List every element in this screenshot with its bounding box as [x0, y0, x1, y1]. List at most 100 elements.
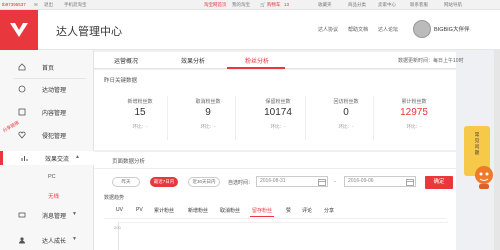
avatar[interactable]: [413, 20, 431, 38]
chart-icon: [21, 156, 28, 161]
sidebar: 首页 达动管理 内容管理 侵犯管理 效果交流 ▲ PC 无线 消息管理 ▼ 达人…: [0, 50, 94, 250]
metric-label: 回访粉丝数: [333, 99, 359, 105]
metric-lost-fans: 取消粉丝数 9 环比：-: [180, 96, 236, 140]
sidebar-item-growth[interactable]: 达人成长 ▼: [0, 233, 94, 247]
topbar-mobile-link[interactable]: 手机逛淘宝: [64, 2, 87, 8]
topbar-user-id[interactable]: tb97395537: [2, 2, 26, 7]
topbar-link-categories[interactable]: 商品分类: [348, 2, 366, 8]
range-30days[interactable]: 近30天日内: [188, 177, 220, 187]
topbar-link-favorites[interactable]: 收藏夹: [318, 2, 332, 8]
metric-retained-fans: 保留粉丝数 10174 环比：-: [250, 96, 306, 140]
metric-tab-indicator: [250, 216, 274, 217]
metric-tab-uv[interactable]: UV: [116, 207, 123, 213]
username[interactable]: BIGBIG大伴伴: [434, 25, 469, 33]
section-title: 页面数据分析: [112, 159, 146, 165]
header: 达人管理中心 达人协议 帮助文档 达人论坛 BIGBIG大伴伴: [0, 10, 500, 50]
tab-overview[interactable]: 运营概况: [114, 56, 138, 65]
trend-subtitle: 数据趋势: [104, 195, 125, 201]
header-link-forum[interactable]: 达人论坛: [378, 26, 398, 33]
topbar-exit-link[interactable]: 退出: [44, 2, 53, 8]
metric-returning-fans: 回访粉丝数 0 环比：-: [318, 96, 374, 140]
activity-icon: [18, 85, 26, 93]
tab-effect[interactable]: 效果分析: [181, 56, 205, 65]
metric-value: 10174: [264, 107, 292, 118]
metric-label: 新增粉丝数: [127, 99, 153, 105]
metric-compare: 环比：-: [406, 124, 422, 129]
sidebar-item-content[interactable]: 内容管理: [0, 105, 94, 119]
metric-compare: 环比：-: [270, 124, 286, 129]
sidebar-item-label: 效果交流: [45, 157, 70, 163]
sidebar-item-message[interactable]: 消息管理 ▼: [0, 208, 94, 222]
divider: [94, 168, 456, 169]
trend-card: 页面数据分析 昨天 最近7日内 近30天日内 自选时间： 2016-08-31 …: [94, 152, 456, 250]
section-title: 昨日关键数据: [104, 78, 138, 84]
sidebar-subitem-wireless[interactable]: 无线: [48, 192, 59, 200]
header-link-agreement[interactable]: 达人协议: [318, 26, 338, 33]
custom-range-label: 自选时间：: [228, 180, 254, 186]
metric-tab-new-fans[interactable]: 新增粉丝: [188, 207, 208, 214]
metric-compare: 环比：-: [338, 124, 354, 129]
metric-tab-likes[interactable]: 赞: [286, 207, 291, 214]
cart-icon[interactable]: 🛒: [260, 2, 266, 8]
heart-icon: [18, 131, 26, 139]
metric-tab-pv[interactable]: PV: [136, 207, 143, 213]
metric-total-fans: 累计粉丝数 12975 环比：-: [386, 96, 442, 140]
sidebar-item-label: 达人成长: [42, 239, 67, 245]
range-7days[interactable]: 最近7日内: [150, 177, 178, 187]
chart-y-tick: 200: [114, 225, 121, 230]
sidebar-item-activity[interactable]: 达动管理: [0, 82, 94, 96]
topbar-link-home[interactable]: 淘宝网首页: [204, 2, 227, 8]
mail-icon[interactable]: ✉: [34, 2, 38, 8]
topbar-link-sitemap[interactable]: 网站导航: [444, 2, 462, 8]
confirm-button[interactable]: 确定: [425, 176, 453, 189]
topbar-cart-count: 13: [284, 2, 290, 7]
sidebar-item-label: 侵犯管理: [42, 134, 67, 140]
trend-chart-area: [118, 222, 448, 250]
brand-logo[interactable]: [0, 10, 38, 50]
sidebar-subitem-pc[interactable]: PC: [48, 174, 56, 180]
faq-char: 常: [474, 132, 480, 137]
chevron-down-icon: ▼: [72, 236, 77, 242]
metric-tab-retained-fans[interactable]: 留存粉丝: [252, 207, 272, 214]
date-separator: -: [334, 179, 336, 185]
sidebar-item-label: 消息管理: [42, 214, 67, 220]
sidebar-item-effect[interactable]: 效果交流 ▲: [0, 151, 94, 165]
update-time-note: 数据更新时间：每日上午10时: [398, 58, 464, 64]
page-scrollbar[interactable]: [494, 50, 500, 250]
range-yesterday[interactable]: 昨天: [112, 177, 140, 187]
top-utility-bar: tb97395537 ✉ 退出 手机逛淘宝 淘宝网首页 我的淘宝 🛒 购物车 1…: [0, 0, 500, 10]
page-title: 达人管理中心: [56, 26, 122, 38]
metric-label: 保留粉丝数: [265, 99, 291, 105]
topbar-link-cart[interactable]: 购物车: [267, 2, 281, 8]
topbar-link-service[interactable]: 联系客服: [410, 2, 428, 8]
content-icon: [18, 108, 26, 116]
sidebar-item-home[interactable]: 首页: [0, 60, 94, 74]
metric-tab-lost-fans[interactable]: 取消粉丝: [220, 207, 240, 214]
header-link-help[interactable]: 帮助文档: [348, 26, 368, 33]
calendar-icon[interactable]: [406, 178, 414, 186]
user-icon: [19, 237, 25, 244]
metric-tab-comments[interactable]: 评论: [302, 207, 312, 214]
metric-compare: 环比：-: [200, 124, 216, 129]
tab-active-indicator: [227, 67, 285, 69]
calendar-icon[interactable]: [318, 178, 326, 186]
topbar-link-mytaobao[interactable]: 我的淘宝: [232, 2, 250, 8]
sidebar-item-infringement[interactable]: 侵犯管理: [0, 128, 94, 142]
chevron-up-icon: ▲: [75, 154, 80, 160]
key-stats-card: 昨日关键数据 新增粉丝数 15 环比：- 取消粉丝数 9 环比：- 保留粉丝数 …: [94, 70, 456, 150]
metric-label: 累计粉丝数: [401, 99, 427, 105]
home-icon: [18, 63, 26, 71]
tab-fans[interactable]: 粉丝分析: [245, 56, 269, 65]
metric-new-fans: 新增粉丝数 15 环比：-: [112, 96, 168, 140]
metric-value: 15: [134, 107, 146, 118]
faq-char: 题: [474, 150, 480, 155]
sidebar-item-label: 首页: [42, 66, 55, 72]
metric-value: 0: [343, 107, 349, 118]
metric-tab-share[interactable]: 分享: [324, 207, 334, 214]
metric-compare: 环比：-: [132, 124, 148, 129]
chevron-down-icon: ▼: [72, 211, 77, 217]
metric-value: 9: [205, 107, 211, 118]
metric-value: 12975: [400, 107, 428, 118]
metric-tab-total-fans[interactable]: 累计粉丝: [154, 207, 174, 214]
topbar-link-seller[interactable]: 卖家中心: [378, 2, 396, 8]
